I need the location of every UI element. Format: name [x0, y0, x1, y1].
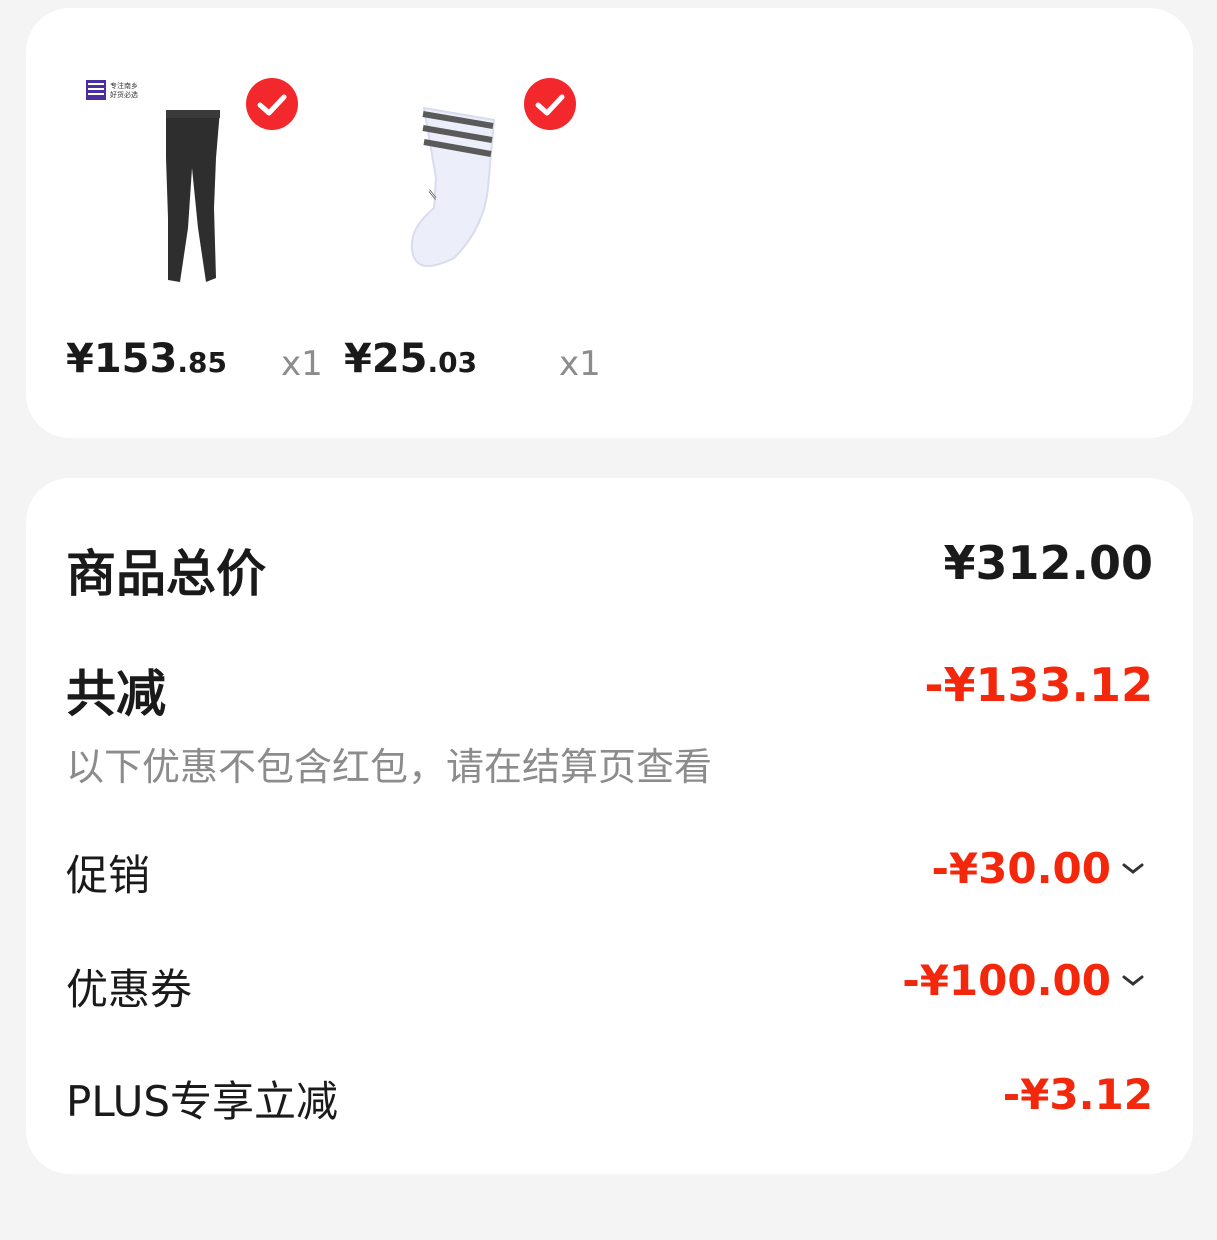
- promotion-label: 促销: [66, 851, 151, 900]
- discount-value: -¥133.12: [924, 658, 1153, 712]
- brand-badge-line2: 好货必选: [110, 90, 138, 99]
- brand-badge-line1: 专注南乡: [110, 81, 138, 90]
- coupon-value: -¥100.00: [902, 956, 1111, 1005]
- plus-discount-value: -¥3.12: [1002, 1070, 1153, 1119]
- discount-label: 共减: [66, 665, 166, 723]
- sock-image[interactable]: ⁄⁄: [344, 78, 544, 298]
- product-item-pants[interactable]: 专注南乡 好货必选 ¥153.85 x1: [26, 8, 323, 438]
- chevron-down-icon[interactable]: [1121, 973, 1145, 987]
- product-item-sock[interactable]: ⁄⁄ ¥25.03 x1: [304, 8, 601, 438]
- coupon-value-row[interactable]: -¥100.00: [902, 956, 1145, 1005]
- chevron-down-icon[interactable]: [1121, 861, 1145, 875]
- promotion-value: -¥30.00: [931, 844, 1111, 893]
- promotion-value-row[interactable]: -¥30.00: [931, 844, 1145, 893]
- total-label: 商品总价: [66, 545, 266, 603]
- product-price: ¥25.03: [344, 336, 478, 382]
- brand-logo-icon: [86, 80, 106, 100]
- product-price: ¥153.85: [66, 336, 227, 382]
- total-value: ¥312.00: [943, 536, 1153, 590]
- products-card: 专注南乡 好货必选 ¥153.85 x1 ⁄⁄ ¥25.03 x1: [26, 8, 1193, 438]
- plus-discount-label: PLUS专享立减: [66, 1077, 339, 1126]
- checkbox-selected-icon[interactable]: [246, 78, 298, 130]
- pants-image[interactable]: 专注南乡 好货必选: [66, 78, 266, 298]
- price-summary-card: 商品总价 ¥312.00 共减 -¥133.12 以下优惠不包含红包，请在结算页…: [26, 478, 1193, 1174]
- checkbox-selected-icon[interactable]: [524, 78, 576, 130]
- discount-note: 以下优惠不包含红包，请在结算页查看: [66, 745, 713, 789]
- coupon-label: 优惠券: [66, 965, 193, 1014]
- product-quantity: x1: [559, 344, 601, 384]
